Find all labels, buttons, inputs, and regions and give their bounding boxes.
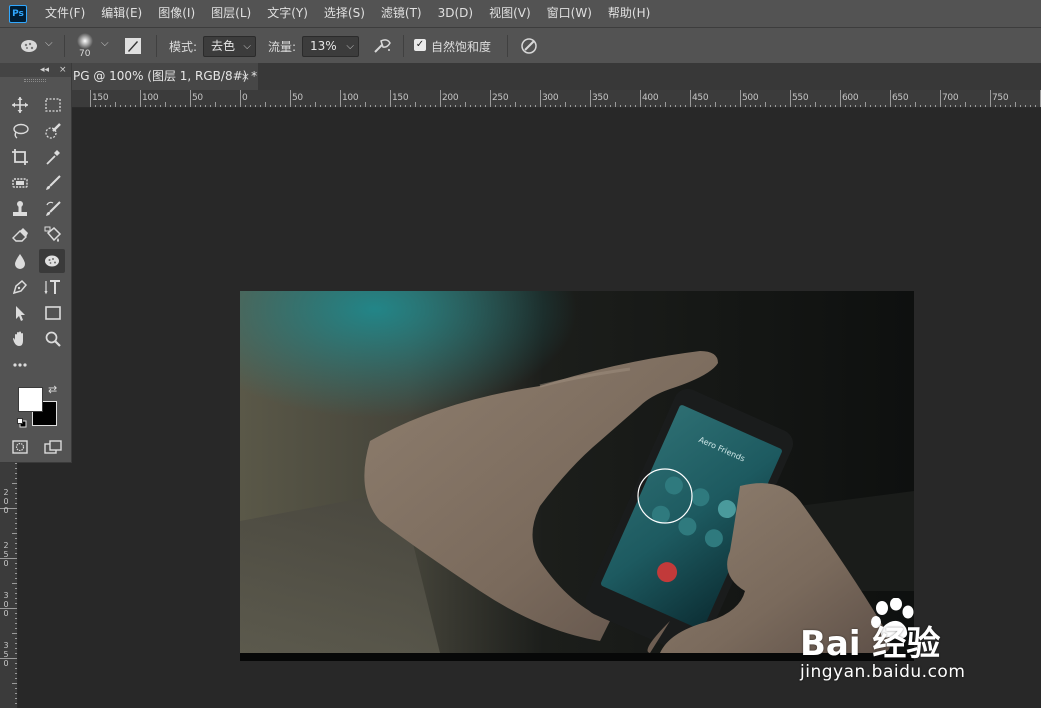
menu-layer[interactable]: 图层(L) <box>203 0 259 27</box>
menu-view[interactable]: 视图(V) <box>481 0 539 27</box>
brush-tool-icon[interactable] <box>40 171 66 195</box>
pen-tool-icon[interactable] <box>7 275 33 299</box>
horizontal-ruler[interactable]: 150 100 50 0 50 100 150 200 250 300 350 … <box>0 90 1041 108</box>
watermark-url: jingyan.baidu.com <box>800 662 966 682</box>
menu-type[interactable]: 文字(Y) <box>259 0 316 27</box>
lasso-tool-icon[interactable] <box>7 119 33 143</box>
ruler-label: 550 <box>792 93 809 103</box>
hand-tool-icon[interactable] <box>7 327 33 351</box>
chevron-down-icon: ⌵ <box>243 41 251 52</box>
baidu-watermark: Bai 经验 jingyan.baidu.com <box>800 598 990 688</box>
mode-value: 去色 <box>211 39 236 53</box>
ruler-label: 50 <box>192 93 203 103</box>
ruler-label: 150 <box>92 93 109 103</box>
ruler-label: 150 <box>392 93 409 103</box>
eyedropper-tool-icon[interactable] <box>40 145 66 169</box>
tools-panel: ◂◂ × ⇄ <box>0 63 72 463</box>
screen-mode-icon[interactable] <box>40 435 66 459</box>
menu-window[interactable]: 窗口(W) <box>539 0 600 27</box>
brush-preview-icon[interactable] <box>76 32 94 50</box>
document-tab-title: PG @ 100% (图层 1, RGB/8#) * <box>73 69 258 83</box>
ruler-label: 250 <box>492 93 509 103</box>
mode-label: 模式: <box>169 40 198 54</box>
close-icon[interactable]: × <box>241 63 250 90</box>
move-tool-icon[interactable] <box>7 93 33 117</box>
menu-help[interactable]: 帮助(H) <box>600 0 658 27</box>
sponge-tool-icon[interactable] <box>39 249 65 273</box>
vibrance-checkbox[interactable]: ✓ <box>414 39 426 51</box>
collapse-icon[interactable]: ◂◂ <box>40 63 49 77</box>
panel-grip[interactable] <box>24 79 46 82</box>
flow-input[interactable]: 13% ⌵ <box>302 36 359 57</box>
crop-tool-icon[interactable] <box>7 145 33 169</box>
rectangle-tool-icon[interactable] <box>40 301 66 325</box>
photoshop-logo-icon: Ps <box>9 4 27 23</box>
document-tab-bar: PG @ 100% (图层 1, RGB/8#) * × <box>0 63 1041 90</box>
marquee-tool-icon[interactable] <box>40 93 66 117</box>
type-tool-icon[interactable] <box>40 275 66 299</box>
chevron-down-icon[interactable]: ⌵ <box>101 38 109 49</box>
ruler-label: 100 <box>142 93 159 103</box>
menu-image[interactable]: 图像(I) <box>150 0 203 27</box>
healing-brush-tool-icon[interactable] <box>7 171 33 195</box>
pressure-size-icon[interactable] <box>519 36 539 56</box>
zoom-tool-icon[interactable] <box>40 327 66 351</box>
history-brush-tool-icon[interactable] <box>40 197 66 221</box>
clone-stamp-tool-icon[interactable] <box>7 197 33 221</box>
brush-size-value: 70 <box>79 49 91 59</box>
flow-label: 流量: <box>268 40 297 54</box>
menu-edit[interactable]: 编辑(E) <box>93 0 150 27</box>
watermark-brand: Bai 经验 <box>800 624 941 664</box>
menu-filter[interactable]: 滤镜(T) <box>373 0 430 27</box>
default-colors-icon[interactable] <box>17 417 27 428</box>
menu-3d[interactable]: 3D(D) <box>430 0 481 27</box>
ruler-label: 2 5 0 <box>3 541 9 568</box>
ruler-label: 350 <box>592 93 609 103</box>
sponge-tool-preset-icon[interactable] <box>18 36 42 56</box>
blur-tool-icon[interactable] <box>7 249 33 273</box>
paint-bucket-tool-icon[interactable] <box>40 223 66 247</box>
chevron-down-icon: ⌵ <box>346 41 354 52</box>
menu-select[interactable]: 选择(S) <box>316 0 373 27</box>
ruler-label: 400 <box>642 93 659 103</box>
options-bar: ⌵ 70 ⌵ 模式: 去色 ⌵ 流量: 13% ⌵ ✓ 自然饱和度 <box>0 27 1041 63</box>
menu-file[interactable]: 文件(F) <box>37 0 93 27</box>
ruler-label: 3 0 0 <box>3 591 9 618</box>
path-selection-tool-icon[interactable] <box>7 301 33 325</box>
close-icon[interactable]: × <box>59 63 67 77</box>
ruler-label: 450 <box>692 93 709 103</box>
brush-settings-icon[interactable] <box>123 36 143 56</box>
foreground-color-swatch[interactable] <box>18 387 43 412</box>
menu-bar: Ps 文件(F) 编辑(E) 图像(I) 图层(L) 文字(Y) 选择(S) 滤… <box>0 0 1041 27</box>
ruler-label: 500 <box>742 93 759 103</box>
eraser-tool-icon[interactable] <box>7 223 33 247</box>
more-tools-icon[interactable] <box>7 353 33 377</box>
quick-selection-tool-icon[interactable] <box>40 119 66 143</box>
ruler-label: 200 <box>442 93 459 103</box>
ruler-label: 750 <box>992 93 1009 103</box>
tools-panel-header[interactable]: ◂◂ × <box>0 63 71 77</box>
ruler-label: 600 <box>842 93 859 103</box>
ruler-label: 100 <box>342 93 359 103</box>
ruler-label: 650 <box>892 93 909 103</box>
flow-value: 13% <box>310 39 337 53</box>
ruler-label: 2 0 0 <box>3 488 9 515</box>
ruler-label: 50 <box>292 93 303 103</box>
chevron-down-icon[interactable]: ⌵ <box>45 38 53 49</box>
airbrush-icon[interactable] <box>372 36 394 56</box>
document-tab[interactable]: PG @ 100% (图层 1, RGB/8#) * × <box>70 63 258 90</box>
quick-mask-icon[interactable] <box>7 435 33 459</box>
ruler-label: 3 5 0 <box>3 641 9 668</box>
mode-select[interactable]: 去色 ⌵ <box>203 36 256 57</box>
swap-colors-icon[interactable]: ⇄ <box>48 383 57 396</box>
vibrance-label: 自然饱和度 <box>431 40 492 54</box>
ruler-label: 0 <box>242 93 248 103</box>
ruler-label: 700 <box>942 93 959 103</box>
ruler-label: 300 <box>542 93 559 103</box>
